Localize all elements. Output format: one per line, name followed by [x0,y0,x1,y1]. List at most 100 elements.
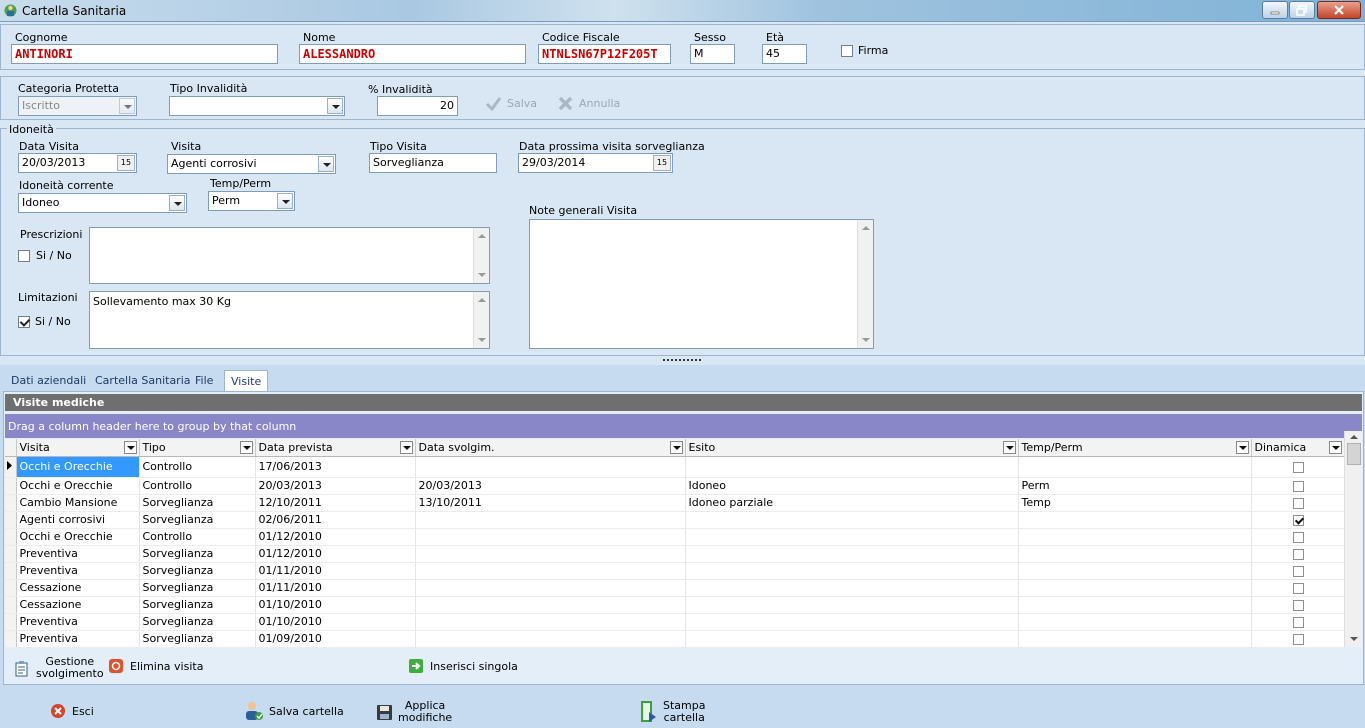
table-cell[interactable] [1251,630,1345,648]
table-cell[interactable] [1251,494,1345,512]
filter-dropdown-icon[interactable] [669,441,683,454]
table-cell[interactable]: Controllo [139,456,256,478]
table-cell[interactable]: Controllo [139,528,256,546]
table-cell[interactable] [685,613,1019,631]
row-indicator[interactable] [5,579,17,597]
table-cell[interactable]: Sorveglianza [139,494,256,512]
table-cell[interactable]: Cessazione [16,596,140,614]
table-cell[interactable] [1251,528,1345,546]
idoneita-corrente-select[interactable]: Idoneo [18,193,187,213]
table-cell[interactable]: 12/10/2011 [255,494,416,512]
table-cell[interactable] [1018,579,1252,597]
table-cell[interactable]: Agenti corrosivi [16,511,140,529]
row-indicator[interactable] [5,511,17,529]
column-header-data-prevista[interactable]: Data prevista [255,439,416,457]
scroll-up-icon[interactable] [1350,435,1358,439]
categoria-protetta-select[interactable]: Iscritto [18,96,137,116]
dinamica-checkbox[interactable] [1292,497,1304,509]
tab-dati-aziendali[interactable]: Dati aziendali [5,370,92,392]
note-scrollbar[interactable] [857,220,873,348]
table-cell[interactable] [1018,630,1252,648]
table-cell[interactable]: Sorveglianza [139,545,256,563]
row-indicator[interactable] [5,562,17,580]
table-cell[interactable]: Sorveglianza [139,630,256,648]
limitazioni-checkbox[interactable] [18,316,30,328]
group-by-panel[interactable]: Drag a column header here to group by th… [5,414,1362,438]
filter-dropdown-icon[interactable] [1328,441,1342,454]
table-cell[interactable] [685,596,1019,614]
table-cell[interactable] [415,630,686,648]
table-row[interactable]: Cessazione Sorveglianza 01/11/2010 [5,579,1345,597]
table-cell[interactable]: Preventiva [16,613,140,631]
table-cell[interactable] [1018,562,1252,580]
row-indicator[interactable] [5,630,17,648]
dinamica-checkbox[interactable] [1292,582,1304,594]
visita-select[interactable]: Agenti corrosivi [167,154,336,174]
calendar-icon[interactable]: 15 [653,155,671,171]
table-cell[interactable] [1251,511,1345,529]
table-cell[interactable] [685,579,1019,597]
table-cell[interactable]: Cambio Mansione [16,494,140,512]
filter-dropdown-icon[interactable] [399,441,413,454]
nome-field[interactable]: ALESSANDRO [299,44,526,64]
table-cell[interactable]: Sorveglianza [139,562,256,580]
dinamica-checkbox[interactable] [1292,531,1304,543]
tipo-invalidita-select[interactable] [169,96,345,116]
table-cell[interactable] [685,562,1019,580]
table-cell[interactable]: Sorveglianza [139,511,256,529]
table-cell[interactable] [685,630,1019,648]
row-indicator[interactable] [5,613,17,631]
splitter[interactable] [0,358,1365,365]
row-indicator[interactable] [5,596,17,614]
table-cell[interactable] [1251,477,1345,495]
table-cell[interactable]: Sorveglianza [139,613,256,631]
column-header-temp-perm[interactable]: Temp/Perm [1018,439,1252,457]
table-cell[interactable] [1251,579,1345,597]
filter-dropdown-icon[interactable] [123,441,137,454]
table-row[interactable]: Occhi e Orecchie Controllo 17/06/2013 [5,456,1345,478]
table-cell[interactable]: Preventiva [16,630,140,648]
table-cell[interactable] [415,456,686,478]
row-indicator[interactable] [5,545,17,563]
table-cell[interactable]: Perm [1018,477,1252,495]
scroll-thumb[interactable] [1347,443,1361,465]
tipo-visita-field[interactable]: Sorveglianza [369,153,497,173]
column-header-esito[interactable]: Esito [685,439,1019,457]
percentuale-invalidita-field[interactable]: 20 [377,96,458,116]
table-cell[interactable] [1018,456,1252,478]
table-cell[interactable]: Sorveglianza [139,596,256,614]
table-cell[interactable]: 01/09/2010 [255,630,416,648]
limitazioni-scrollbar[interactable] [473,292,489,348]
table-cell[interactable]: Idoneo [685,477,1019,495]
table-row[interactable]: Preventiva Sorveglianza 01/10/2010 [5,613,1345,631]
tab-visite[interactable]: Visite [224,370,269,392]
row-indicator[interactable] [5,477,17,495]
tab-cartella-sanitaria[interactable]: Cartella Sanitaria [89,370,197,392]
table-row[interactable]: Preventiva Sorveglianza 01/12/2010 [5,545,1345,563]
table-cell[interactable] [415,613,686,631]
table-cell[interactable]: 01/11/2010 [255,579,416,597]
table-cell[interactable]: Cessazione [16,579,140,597]
inserisci-singola-button[interactable]: Inserisci singola [408,658,518,675]
table-cell[interactable]: 01/12/2010 [255,545,416,563]
table-row[interactable]: Occhi e Orecchie Controllo 20/03/2013 20/03… [5,477,1345,495]
column-header-dinamica[interactable]: Dinamica [1251,439,1345,457]
table-cell[interactable]: 01/10/2010 [255,613,416,631]
table-cell[interactable]: 01/12/2010 [255,528,416,546]
codice-fiscale-field[interactable]: NTNLSN67P12F205T [538,44,671,64]
table-cell[interactable] [685,528,1019,546]
row-indicator[interactable] [5,456,17,478]
column-header-data-svolgimento[interactable]: Data svolgim. [415,439,686,457]
grid-scrollbar[interactable] [1344,431,1362,647]
dinamica-checkbox[interactable] [1292,599,1304,611]
limitazioni-textarea[interactable]: Sollevamento max 30 Kg [89,291,490,349]
dinamica-checkbox[interactable] [1292,565,1304,577]
elimina-visita-button[interactable]: Elimina visita [108,658,203,675]
sesso-field[interactable]: M [690,44,735,64]
table-row[interactable]: Cambio Mansione Sorveglianza 12/10/2011 13/… [5,494,1345,512]
note-visita-textarea[interactable] [529,219,874,349]
salva-invalidita-button[interactable]: Salva [485,95,537,112]
column-header-visita[interactable]: Visita [16,439,140,457]
annulla-invalidita-button[interactable]: Annulla [557,95,620,112]
table-cell[interactable] [1018,528,1252,546]
